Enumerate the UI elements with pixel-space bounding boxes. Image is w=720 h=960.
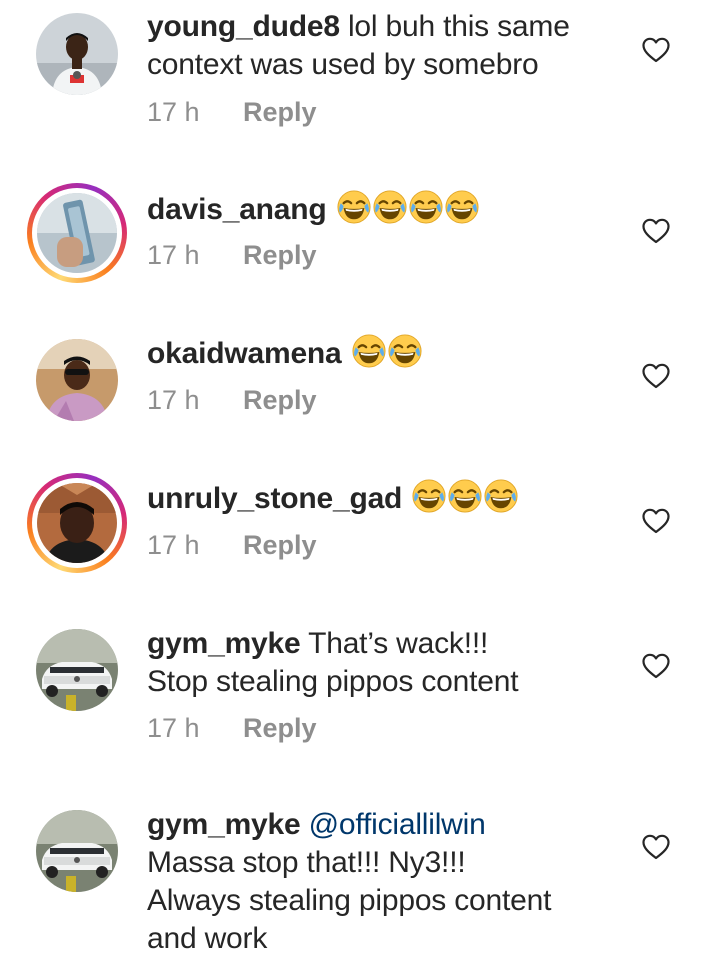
- comment-text: Massa stop that!!! Ny3!!!: [147, 846, 466, 879]
- comment-meta: 17 h Reply: [147, 713, 317, 744]
- like-heart-icon[interactable]: [642, 218, 670, 244]
- comment-timestamp: 17 h: [147, 713, 200, 743]
- comment-timestamp: 17 h: [147, 530, 200, 560]
- emoji-group: [327, 193, 479, 226]
- reply-button[interactable]: Reply: [243, 240, 317, 270]
- comment-text: context was used by somebro: [147, 48, 539, 81]
- like-heart-icon[interactable]: [642, 834, 670, 860]
- comment-username[interactable]: okaidwamena: [147, 337, 342, 370]
- comment-body: unruly_stone_gad: [147, 479, 617, 518]
- face-with-tears-of-joy-icon: [373, 190, 407, 224]
- mention-link[interactable]: @officiallilwin: [301, 808, 486, 841]
- comment-body: gym_myke That’s wack!!! Stop stealing pi…: [147, 625, 617, 701]
- comment-meta: 17 h Reply: [147, 240, 317, 271]
- like-heart-icon[interactable]: [642, 508, 670, 534]
- comment-username[interactable]: unruly_stone_gad: [147, 482, 402, 515]
- face-with-tears-of-joy-icon: [409, 190, 443, 224]
- comment-body: okaidwamena: [147, 334, 617, 373]
- comment-timestamp: 17 h: [147, 97, 200, 127]
- comment-text: Stop stealing pippos content: [147, 665, 519, 698]
- comment-username[interactable]: gym_myke: [147, 808, 301, 841]
- reply-button[interactable]: Reply: [243, 713, 317, 743]
- comment-username[interactable]: young_dude8: [147, 10, 340, 43]
- reply-button[interactable]: Reply: [243, 385, 317, 415]
- avatar: [37, 193, 117, 273]
- reply-button[interactable]: Reply: [243, 97, 317, 127]
- comment-text: That’s wack!!!: [300, 627, 489, 660]
- face-with-tears-of-joy-icon: [412, 479, 446, 513]
- comment-meta: 17 h Reply: [147, 97, 317, 128]
- emoji-group: [342, 337, 422, 370]
- comment-meta: 17 h Reply: [147, 530, 317, 561]
- comment-text: Always stealing pippos content: [147, 884, 552, 917]
- comment-body: gym_myke @officiallilwin Massa stop that…: [147, 806, 617, 958]
- comment-body: davis_anang: [147, 190, 617, 229]
- comment-text: lol buh this same: [339, 10, 570, 43]
- comment-username[interactable]: gym_myke: [147, 627, 301, 660]
- avatar-story-ring[interactable]: [27, 183, 127, 283]
- comment-username[interactable]: davis_anang: [147, 193, 327, 226]
- reply-button[interactable]: Reply: [243, 530, 317, 560]
- avatar[interactable]: [36, 810, 118, 892]
- like-heart-icon[interactable]: [642, 363, 670, 389]
- like-heart-icon[interactable]: [642, 653, 670, 679]
- avatar[interactable]: [36, 339, 118, 421]
- face-with-tears-of-joy-icon: [337, 190, 371, 224]
- comment-meta: 17 h Reply: [147, 385, 317, 416]
- face-with-tears-of-joy-icon: [445, 190, 479, 224]
- avatar[interactable]: [36, 13, 118, 95]
- face-with-tears-of-joy-icon: [352, 334, 386, 368]
- comment-body: young_dude8 lol buh this same context wa…: [147, 8, 617, 84]
- emoji-group: [402, 482, 518, 515]
- like-heart-icon[interactable]: [642, 37, 670, 63]
- comment-timestamp: 17 h: [147, 240, 200, 270]
- comment-text: and work: [147, 922, 268, 955]
- face-with-tears-of-joy-icon: [448, 479, 482, 513]
- face-with-tears-of-joy-icon: [388, 334, 422, 368]
- face-with-tears-of-joy-icon: [484, 479, 518, 513]
- avatar: [37, 483, 117, 563]
- avatar[interactable]: [36, 629, 118, 711]
- avatar-story-ring[interactable]: [27, 473, 127, 573]
- comment-timestamp: 17 h: [147, 385, 200, 415]
